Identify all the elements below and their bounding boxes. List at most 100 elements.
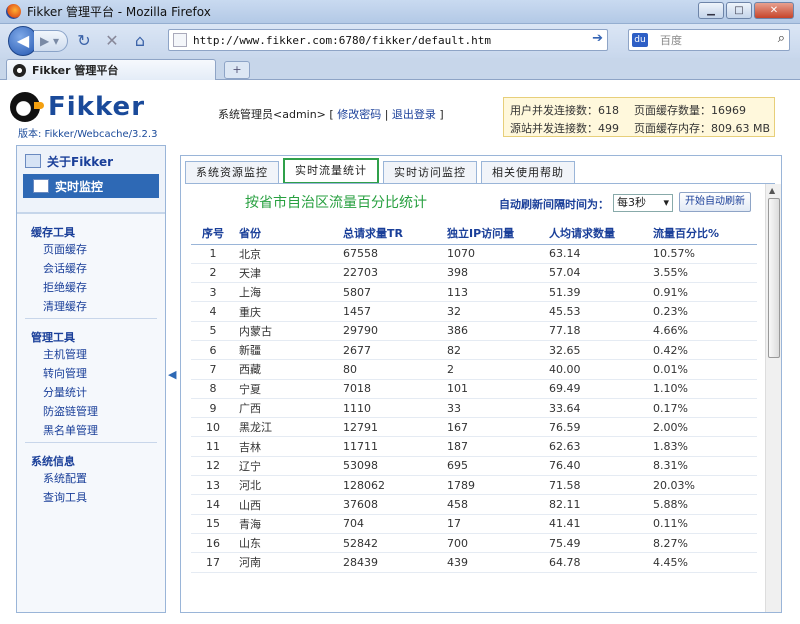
table-cell: 1457 bbox=[339, 301, 443, 322]
sidebar-item-stats[interactable]: 分量统计 bbox=[17, 383, 165, 402]
table-cell: 12 bbox=[191, 456, 235, 477]
window-title: Fikker 管理平台 - Mozilla Firefox bbox=[27, 5, 211, 19]
table-cell: 80 bbox=[339, 359, 443, 380]
table-cell: 10 bbox=[191, 417, 235, 438]
table-row: 8 宁夏 7018 101 69.49 1.10% bbox=[191, 379, 757, 399]
table-cell: 13 bbox=[191, 475, 235, 496]
maximize-button[interactable]: □ bbox=[726, 2, 752, 19]
table-cell: 9 bbox=[191, 398, 235, 419]
table-cell: 75.49 bbox=[545, 533, 649, 554]
table-cell: 41.41 bbox=[545, 514, 649, 534]
col-province: 省份 bbox=[235, 222, 339, 245]
sidebar-item-query[interactable]: 查询工具 bbox=[17, 488, 165, 507]
col-total-requests: 总请求量TR bbox=[339, 222, 443, 245]
table-cell: 63.14 bbox=[545, 244, 649, 264]
table-cell: 52842 bbox=[339, 533, 443, 554]
table-cell: 青海 bbox=[235, 514, 339, 534]
browser-tab[interactable]: Fikker 管理平台 bbox=[6, 59, 216, 80]
address-bar[interactable]: http://www.fikker.com:6780/fikker/defaul… bbox=[168, 29, 608, 51]
stats-box: 用户并发连接数：618 页面缓存数量：16969 源站并发连接数：499 页面缓… bbox=[503, 97, 775, 137]
sidebar-item-realtime[interactable]: 实时监控 bbox=[23, 174, 159, 198]
table-cell: 14 bbox=[191, 494, 235, 515]
table-cell: 山东 bbox=[235, 533, 339, 554]
go-arrow-icon[interactable]: ➔ bbox=[592, 31, 603, 46]
sidebar-item-page-cache[interactable]: 页面缓存 bbox=[17, 240, 165, 259]
table-cell: 10.57% bbox=[649, 244, 757, 264]
forward-arrow-icon[interactable]: ▶ ▾ bbox=[34, 30, 68, 52]
table-cell: 695 bbox=[443, 456, 545, 477]
close-button[interactable]: ✕ bbox=[754, 2, 794, 19]
table-cell: 128062 bbox=[339, 475, 443, 496]
change-password-link[interactable]: 修改密码 bbox=[337, 108, 381, 121]
sidebar-item-about[interactable]: 关于Fikker bbox=[25, 150, 157, 172]
new-tab-button[interactable]: + bbox=[224, 61, 250, 79]
sidebar-item-redirect[interactable]: 转向管理 bbox=[17, 364, 165, 383]
table-cell: 0.91% bbox=[649, 282, 757, 303]
home-icon[interactable]: ⌂ bbox=[128, 29, 152, 53]
table-cell: 69.49 bbox=[545, 379, 649, 399]
tab-realtime-access[interactable]: 实时访问监控 bbox=[383, 161, 477, 183]
table-cell: 天津 bbox=[235, 263, 339, 284]
search-placeholder[interactable]: 百度 bbox=[660, 32, 682, 48]
table-row: 10 黑龙江 12791 167 76.59 2.00% bbox=[191, 417, 757, 438]
sidebar-item-config[interactable]: 系统配置 bbox=[17, 469, 165, 488]
table-cell: 17 bbox=[191, 552, 235, 573]
sidebar-item-reject-cache[interactable]: 拒绝缓存 bbox=[17, 278, 165, 297]
table-cell: 167 bbox=[443, 417, 545, 438]
table-cell: 51.39 bbox=[545, 282, 649, 303]
sidebar-item-clear-cache[interactable]: 清理缓存 bbox=[17, 297, 165, 316]
search-icon[interactable]: ⌕ bbox=[778, 31, 785, 46]
collapse-arrow-icon[interactable]: ◀ bbox=[168, 368, 176, 381]
logout-link[interactable]: 退出登录 bbox=[392, 108, 436, 121]
tab-system-resources[interactable]: 系统资源监控 bbox=[185, 161, 279, 183]
scroll-up-icon[interactable]: ▲ bbox=[769, 186, 775, 195]
stop-icon[interactable]: ✕ bbox=[100, 29, 124, 53]
section-heading: 按省市自治区流量百分比统计 bbox=[245, 195, 427, 211]
table-cell: 29790 bbox=[339, 321, 443, 341]
minimize-button[interactable]: ▁ bbox=[698, 2, 724, 19]
table-cell: 广西 bbox=[235, 398, 339, 419]
traffic-table: 序号 省份 总请求量TR 独立IP访问量 人均请求数量 流量百分比% 1 北京 67… bbox=[191, 222, 757, 573]
table-cell: 西藏 bbox=[235, 359, 339, 380]
sidebar-section-cache: 缓存工具 bbox=[31, 226, 75, 239]
table-cell: 62.63 bbox=[545, 436, 649, 457]
table-cell: 北京 bbox=[235, 244, 339, 264]
table-row: 15 青海 704 17 41.41 0.11% bbox=[191, 514, 757, 534]
url-text[interactable]: http://www.fikker.com:6780/fikker/defaul… bbox=[193, 34, 491, 47]
table-cell: 4.45% bbox=[649, 552, 757, 573]
favicon-icon bbox=[13, 63, 26, 77]
table-cell: 53098 bbox=[339, 456, 443, 477]
table-cell: 76.59 bbox=[545, 417, 649, 438]
table-cell: 0.42% bbox=[649, 340, 757, 361]
table-cell: 8 bbox=[191, 379, 235, 399]
tab-help[interactable]: 相关使用帮助 bbox=[481, 161, 575, 183]
table-cell: 64.78 bbox=[545, 552, 649, 573]
table-cell: 28439 bbox=[339, 552, 443, 573]
sidebar-item-hotlink[interactable]: 防盗链管理 bbox=[17, 402, 165, 421]
penguin-logo-icon bbox=[10, 92, 44, 122]
table-cell: 内蒙古 bbox=[235, 321, 339, 341]
baidu-icon[interactable]: du bbox=[632, 33, 648, 47]
refresh-interval-select[interactable]: 每3秒 bbox=[613, 194, 673, 212]
table-cell: 20.03% bbox=[649, 475, 757, 496]
table-cell: 1070 bbox=[443, 244, 545, 264]
table-cell: 1.83% bbox=[649, 436, 757, 457]
sidebar-item-host[interactable]: 主机管理 bbox=[17, 345, 165, 364]
table-cell: 山西 bbox=[235, 494, 339, 515]
window-titlebar: Fikker 管理平台 - Mozilla Firefox ▁ □ ✕ bbox=[0, 0, 800, 24]
sidebar-item-session-cache[interactable]: 会话缓存 bbox=[17, 259, 165, 278]
table-cell: 11711 bbox=[339, 436, 443, 457]
vertical-scrollbar[interactable]: ▲ bbox=[765, 184, 781, 612]
reload-icon[interactable]: ↻ bbox=[72, 29, 96, 53]
table-cell: 45.53 bbox=[545, 301, 649, 322]
tab-realtime-traffic[interactable]: 实时流量统计 bbox=[283, 158, 379, 184]
sidebar-item-blacklist[interactable]: 黑名单管理 bbox=[17, 421, 165, 440]
scrollbar-thumb[interactable] bbox=[768, 198, 780, 358]
start-refresh-button[interactable]: 开始自动刷新 bbox=[679, 192, 751, 212]
about-icon bbox=[25, 154, 41, 168]
search-box[interactable]: du 百度 ⌕ bbox=[628, 29, 790, 51]
table-cell: 113 bbox=[443, 282, 545, 303]
col-traffic-percent: 流量百分比% bbox=[649, 222, 757, 245]
tab-title: Fikker 管理平台 bbox=[32, 64, 119, 77]
table-cell: 22703 bbox=[339, 263, 443, 284]
